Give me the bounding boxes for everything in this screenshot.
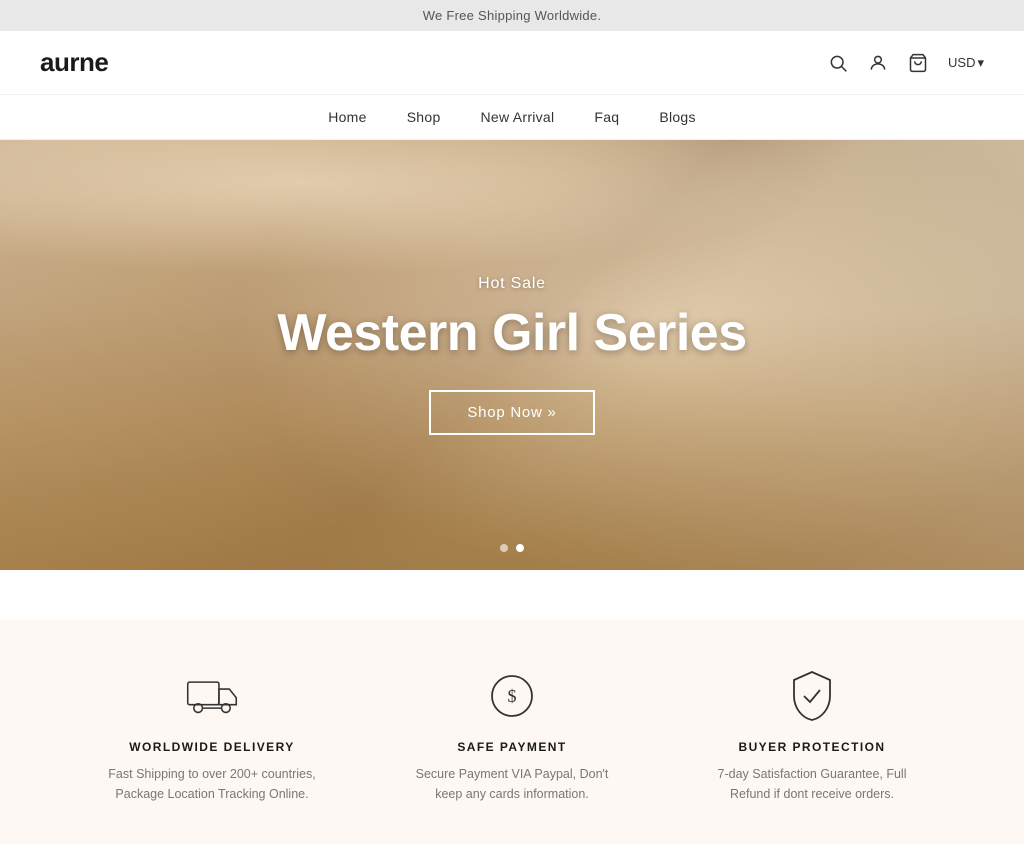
- hero-content: Hot Sale Western Girl Series Shop Now »: [0, 140, 1024, 570]
- slide-dot-2[interactable]: [516, 544, 524, 552]
- feature-worldwide-delivery: WORLDWIDE DELIVERY Fast Shipping to over…: [102, 670, 322, 804]
- logo[interactable]: aurne: [40, 47, 108, 78]
- feature-payment-title: SAFE PAYMENT: [457, 740, 566, 754]
- header-icons: USD ▾: [828, 53, 984, 73]
- currency-label: USD: [948, 55, 975, 70]
- truck-icon: [186, 670, 238, 722]
- main-nav: Home Shop New Arrival Faq Blogs: [0, 95, 1024, 140]
- slide-indicators: [500, 544, 524, 552]
- hero-title: Western Girl Series: [277, 305, 746, 362]
- nav-item-new-arrival[interactable]: New Arrival: [481, 109, 555, 125]
- hero-section: Hot Sale Western Girl Series Shop Now »: [0, 140, 1024, 570]
- nav-item-home[interactable]: Home: [328, 109, 366, 125]
- feature-buyer-protection: BUYER PROTECTION 7-day Satisfaction Guar…: [702, 670, 922, 804]
- features-section: WORLDWIDE DELIVERY Fast Shipping to over…: [0, 620, 1024, 844]
- feature-protection-title: BUYER PROTECTION: [738, 740, 885, 754]
- announcement-text: We Free Shipping Worldwide.: [423, 8, 602, 23]
- search-icon[interactable]: [828, 53, 848, 73]
- announcement-bar: We Free Shipping Worldwide.: [0, 0, 1024, 31]
- nav-item-shop[interactable]: Shop: [407, 109, 441, 125]
- account-icon[interactable]: [868, 53, 888, 73]
- header: aurne USD ▾: [0, 31, 1024, 95]
- cart-icon[interactable]: [908, 53, 928, 73]
- hero-subtitle: Hot Sale: [478, 275, 546, 293]
- feature-worldwide-title: WORLDWIDE DELIVERY: [129, 740, 294, 754]
- dollar-icon: $: [486, 670, 538, 722]
- svg-text:$: $: [508, 686, 517, 706]
- feature-payment-desc: Secure Payment VIA Paypal, Don't keep an…: [402, 764, 622, 804]
- feature-worldwide-desc: Fast Shipping to over 200+ countries, Pa…: [102, 764, 322, 804]
- feature-protection-desc: 7-day Satisfaction Guarantee, Full Refun…: [702, 764, 922, 804]
- currency-selector[interactable]: USD ▾: [948, 55, 984, 71]
- nav-item-faq[interactable]: Faq: [594, 109, 619, 125]
- nav-item-blogs[interactable]: Blogs: [659, 109, 695, 125]
- spacer: [0, 570, 1024, 620]
- shield-icon: [786, 670, 838, 722]
- shop-now-button[interactable]: Shop Now »: [429, 390, 594, 435]
- slide-dot-1[interactable]: [500, 544, 508, 552]
- currency-chevron: ▾: [977, 55, 984, 71]
- feature-safe-payment: $ SAFE PAYMENT Secure Payment VIA Paypal…: [402, 670, 622, 804]
